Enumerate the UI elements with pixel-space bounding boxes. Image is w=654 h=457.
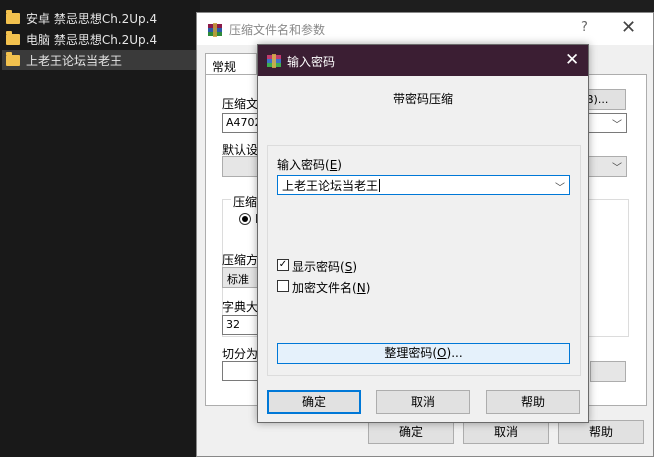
organize-suffix: ... xyxy=(451,346,463,360)
help-icon[interactable]: ? xyxy=(581,20,588,35)
close-icon[interactable]: ✕ xyxy=(621,17,636,38)
help-button[interactable]: 帮助 xyxy=(558,420,644,444)
file-item-selected[interactable]: 上老王论坛当老王 xyxy=(2,50,196,70)
help-button[interactable]: 帮助 xyxy=(486,390,580,414)
enter-password-dialog: 输入密码 ✕ 带密码压缩 输入密码(E) 上老王论坛当老王 ﹀ ✓ 显示密码(S… xyxy=(257,44,589,423)
show-password-label: 显示密码(S) xyxy=(292,260,358,274)
browse-button-label: B)... xyxy=(586,93,609,106)
ok-button[interactable]: 确定 xyxy=(368,420,454,444)
method-value: 标准 xyxy=(227,273,249,286)
organize-text: 整理密码 xyxy=(384,346,433,360)
password-header: 带密码压缩 xyxy=(392,92,453,106)
file-item[interactable]: 安卓 禁忌思想Ch.2Up.4 xyxy=(2,8,157,28)
split-unit-select[interactable] xyxy=(590,361,626,382)
dialog-titlebar: 压缩文件名和参数 ? ✕ xyxy=(197,13,653,45)
ok-button[interactable]: 确定 xyxy=(267,390,361,414)
password-input[interactable]: 上老王论坛当老王 ﹀ xyxy=(277,175,570,195)
dictionary-value: 32 xyxy=(226,318,240,331)
cancel-button[interactable]: 取消 xyxy=(376,390,470,414)
show-password-hotkey: S xyxy=(344,260,353,274)
organize-passwords-button[interactable]: 整理密码(O)... xyxy=(277,343,570,364)
folder-icon xyxy=(6,9,20,24)
dialog-title: 输入密码 xyxy=(287,55,336,69)
show-password-text: 显示密码 xyxy=(292,260,341,274)
folder-icon xyxy=(6,30,20,45)
password-label-text: 输入密码 xyxy=(277,158,326,172)
file-item-label: 上老王论坛当老王 xyxy=(26,53,123,68)
file-list: 安卓 禁忌思想Ch.2Up.4 电脑 禁忌思想Ch.2Up.4 上老王论坛当老王 xyxy=(0,0,200,457)
folder-icon xyxy=(6,51,20,66)
close-icon[interactable]: ✕ xyxy=(565,50,579,70)
winrar-icon xyxy=(207,22,223,41)
chevron-down-icon[interactable]: ﹀ xyxy=(555,179,565,194)
dictionary-label: 字典大 xyxy=(222,300,259,314)
file-item-label: 安卓 禁忌思想Ch.2Up.4 xyxy=(26,11,158,26)
tab-general[interactable]: 常规 xyxy=(205,53,257,75)
checkmark-icon: ✓ xyxy=(278,259,288,270)
file-item-label: 电脑 禁忌思想Ch.2Up.4 xyxy=(26,32,158,47)
encrypt-filenames-label: 加密文件名(N) xyxy=(292,281,371,295)
dialog-titlebar: 输入密码 ✕ xyxy=(258,45,588,76)
organize-hotkey: O xyxy=(437,346,447,360)
password-label: 输入密码(E) xyxy=(277,158,342,172)
encrypt-filenames-hotkey: N xyxy=(356,281,366,295)
chevron-down-icon[interactable]: ﹀ xyxy=(612,116,622,131)
encrypt-filenames-checkbox[interactable] xyxy=(277,280,289,292)
dialog-title: 压缩文件名和参数 xyxy=(229,23,326,37)
show-password-checkbox[interactable]: ✓ xyxy=(277,259,289,271)
split-label: 切分为 xyxy=(222,347,259,361)
format-radio[interactable] xyxy=(239,213,251,225)
winrar-icon xyxy=(266,53,282,72)
method-label: 压缩方 xyxy=(222,253,259,267)
format-group-label: 压缩 xyxy=(231,193,260,210)
chevron-down-icon[interactable]: ﹀ xyxy=(612,159,622,174)
archive-name-label: 压缩文 xyxy=(222,97,259,111)
password-value: 上老王论坛当老王 xyxy=(282,179,379,193)
encrypt-filenames-text: 加密文件名 xyxy=(292,281,353,295)
cancel-button[interactable]: 取消 xyxy=(463,420,549,444)
password-hotkey: E xyxy=(329,158,338,172)
file-item[interactable]: 电脑 禁忌思想Ch.2Up.4 xyxy=(2,29,157,49)
